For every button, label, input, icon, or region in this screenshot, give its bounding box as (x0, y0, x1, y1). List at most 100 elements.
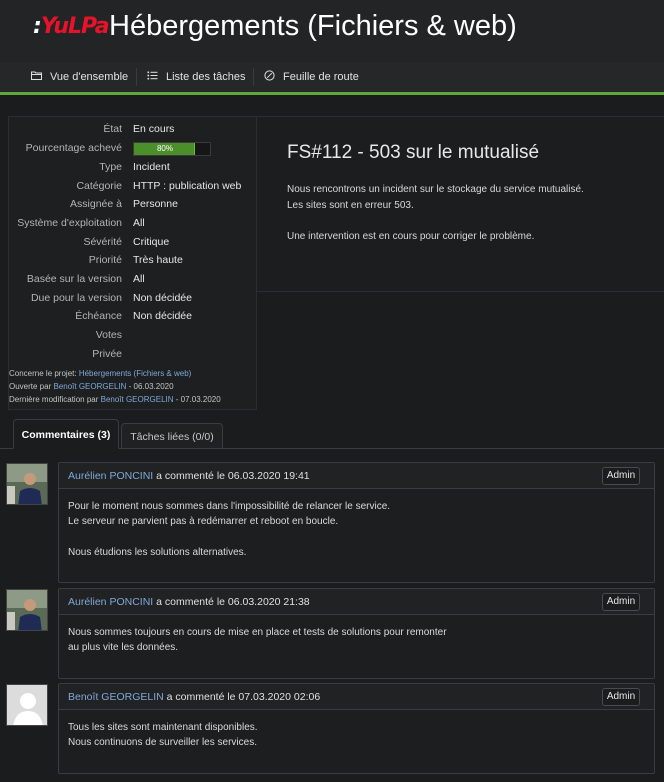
comment-card: Aurélien PONCINI a commenté le 06.03.202… (58, 462, 655, 583)
detail-value: Incident (133, 161, 170, 173)
admin-button[interactable]: Admin (602, 467, 640, 485)
comment-header: Aurélien PONCINI a commenté le 06.03.202… (59, 589, 654, 615)
detail-value: Critique (133, 236, 170, 248)
avatar[interactable] (6, 589, 48, 631)
detail-row-priority: Priorité Très haute (9, 251, 258, 269)
nav-item-overview[interactable]: Vue d'ensemble (31, 62, 128, 92)
detail-label: Système d'exploitation (17, 217, 122, 229)
opened-info: Ouverte par Benoît GEORGELIN - 06.03.202… (9, 382, 258, 391)
modified-date: - 07.03.2020 (175, 395, 221, 404)
project-info: Concerne le projet: Hébergements (Fichie… (9, 369, 258, 378)
logo[interactable]: :YuLPa (33, 14, 110, 39)
comment-header: Benoît GEORGELIN a commenté le 07.03.202… (59, 684, 654, 710)
detail-value: Non décidée (133, 310, 192, 322)
detail-label: Due pour la version (30, 292, 122, 304)
comment-card: Aurélien PONCINI a commenté le 06.03.202… (58, 588, 655, 679)
default-avatar-icon (7, 685, 47, 725)
task-description-line: Nous rencontrons un incident sur le stoc… (287, 184, 584, 195)
comment-meta: Aurélien PONCINI a commenté le 06.03.202… (68, 470, 310, 482)
task-description-line: Une intervention est en cours pour corri… (287, 231, 535, 242)
detail-row-votes: Votes (9, 326, 258, 344)
detail-row-type: Type Incident (9, 158, 258, 176)
project-nav: Vue d'ensemble Liste des tâches Feuille … (0, 62, 664, 95)
folder-icon (31, 71, 42, 80)
detail-label: Type (99, 161, 122, 173)
task-title: FS#112 - 503 sur le mutualisé (287, 142, 540, 163)
detail-row-state: État En cours (9, 120, 258, 138)
comment-action: a commenté le 06.03.2020 21:38 (156, 596, 310, 608)
comment-text-line: Le serveur ne parvient pas à redémarrer … (68, 516, 339, 527)
task-main: FS#112 - 503 sur le mutualisé Nous renco… (257, 116, 664, 292)
nav-item-tasklist[interactable]: Liste des tâches (147, 62, 246, 92)
comment-header: Aurélien PONCINI a commenté le 06.03.202… (59, 463, 654, 489)
detail-row-due-date: Échéance Non décidée (9, 307, 258, 325)
user-photo-icon (7, 590, 47, 630)
nav-label-tasklist: Liste des tâches (166, 71, 246, 83)
comment-text-line: Tous les sites sont maintenant disponibl… (68, 722, 258, 733)
detail-value: En cours (133, 123, 175, 135)
task-description-line: Les sites sont en erreur 503. (287, 200, 414, 211)
comment-card: Benoît GEORGELIN a commenté le 07.03.202… (58, 683, 655, 774)
detail-label: Privée (92, 348, 122, 360)
comment-meta: Aurélien PONCINI a commenté le 06.03.202… (68, 596, 310, 608)
opened-date: - 06.03.2020 (128, 382, 174, 391)
modified-by-link[interactable]: Benoît GEORGELIN (101, 395, 174, 404)
detail-row-category: Catégorie HTTP : publication web (9, 177, 258, 195)
project-prefix: Concerne le projet: (9, 369, 77, 378)
logo-text: YuLPa (40, 14, 110, 39)
detail-value: Non décidée (133, 292, 192, 304)
detail-value: Très haute (133, 254, 183, 266)
detail-label: Votes (95, 329, 122, 341)
detail-row-reported-version: Basée sur la version All (9, 270, 258, 288)
detail-row-progress: Pourcentage achevé 80% (9, 139, 258, 157)
modified-info: Dernière modification par Benoît GEORGEL… (9, 395, 258, 404)
comment-text-line: Nous sommes toujours en cours de mise en… (68, 627, 447, 638)
detail-value: All (133, 273, 145, 285)
detail-row-private: Privée (9, 345, 258, 363)
nav-label-roadmap: Feuille de route (283, 71, 359, 83)
detail-label: Échéance (75, 310, 122, 322)
opened-prefix: Ouverte par (9, 382, 52, 391)
detail-row-severity: Sévérité Critique (9, 233, 258, 251)
tab-comments[interactable]: Commentaires (3) (13, 419, 119, 449)
comment-text-line: Nous continuons de surveiller les servic… (68, 737, 257, 748)
modified-prefix: Dernière modification par (9, 395, 99, 404)
detail-value: All (133, 217, 145, 229)
nav-label-overview: Vue d'ensemble (50, 71, 129, 83)
detail-label: Sévérité (83, 236, 122, 248)
nav-divider (136, 68, 137, 86)
nav-item-roadmap[interactable]: Feuille de route (264, 62, 359, 92)
opened-by-link[interactable]: Benoît GEORGELIN (53, 382, 126, 391)
comment-author-link[interactable]: Benoît GEORGELIN (68, 691, 164, 703)
progress-text: 80% (156, 144, 173, 153)
avatar[interactable] (6, 684, 48, 726)
roadmap-icon (264, 70, 275, 81)
detail-row-assignee: Assignée à Personne (9, 195, 258, 213)
detail-label: Pourcentage achevé (25, 142, 122, 154)
tab-related-tasks[interactable]: Tâches liées (0/0) (121, 423, 223, 449)
admin-button[interactable]: Admin (602, 593, 640, 611)
detail-label: État (103, 123, 122, 135)
detail-label: Basée sur la version (26, 273, 122, 285)
app-header: :YuLPa Hébergements (Fichiers & web) (0, 0, 664, 62)
comment-action: a commenté le 07.03.2020 02:06 (166, 691, 321, 703)
admin-button[interactable]: Admin (602, 688, 640, 706)
logo-colon: : (33, 14, 42, 39)
avatar[interactable] (6, 463, 48, 505)
list-icon (147, 71, 158, 80)
project-title: Hébergements (Fichiers & web) (109, 10, 517, 42)
task-details-panel: État En cours Pourcentage achevé 80% Typ… (8, 116, 257, 410)
user-photo-icon (7, 464, 47, 504)
nav-divider (253, 68, 254, 86)
comment-author-link[interactable]: Aurélien PONCINI (68, 470, 153, 482)
detail-row-due-version: Due pour la version Non décidée (9, 289, 258, 307)
comment-text-line: au plus vite les données. (68, 642, 179, 653)
comment-text-line: Pour le moment nous sommes dans l'imposs… (68, 501, 391, 512)
detail-label: Catégorie (76, 180, 122, 192)
comment-author-link[interactable]: Aurélien PONCINI (68, 596, 153, 608)
detail-row-os: Système d'exploitation All (9, 214, 258, 232)
detail-label: Priorité (88, 254, 122, 266)
project-link[interactable]: Hébergements (Fichiers & web) (79, 369, 191, 378)
comment-meta: Benoît GEORGELIN a commenté le 07.03.202… (68, 691, 320, 703)
detail-value: Personne (133, 198, 178, 210)
